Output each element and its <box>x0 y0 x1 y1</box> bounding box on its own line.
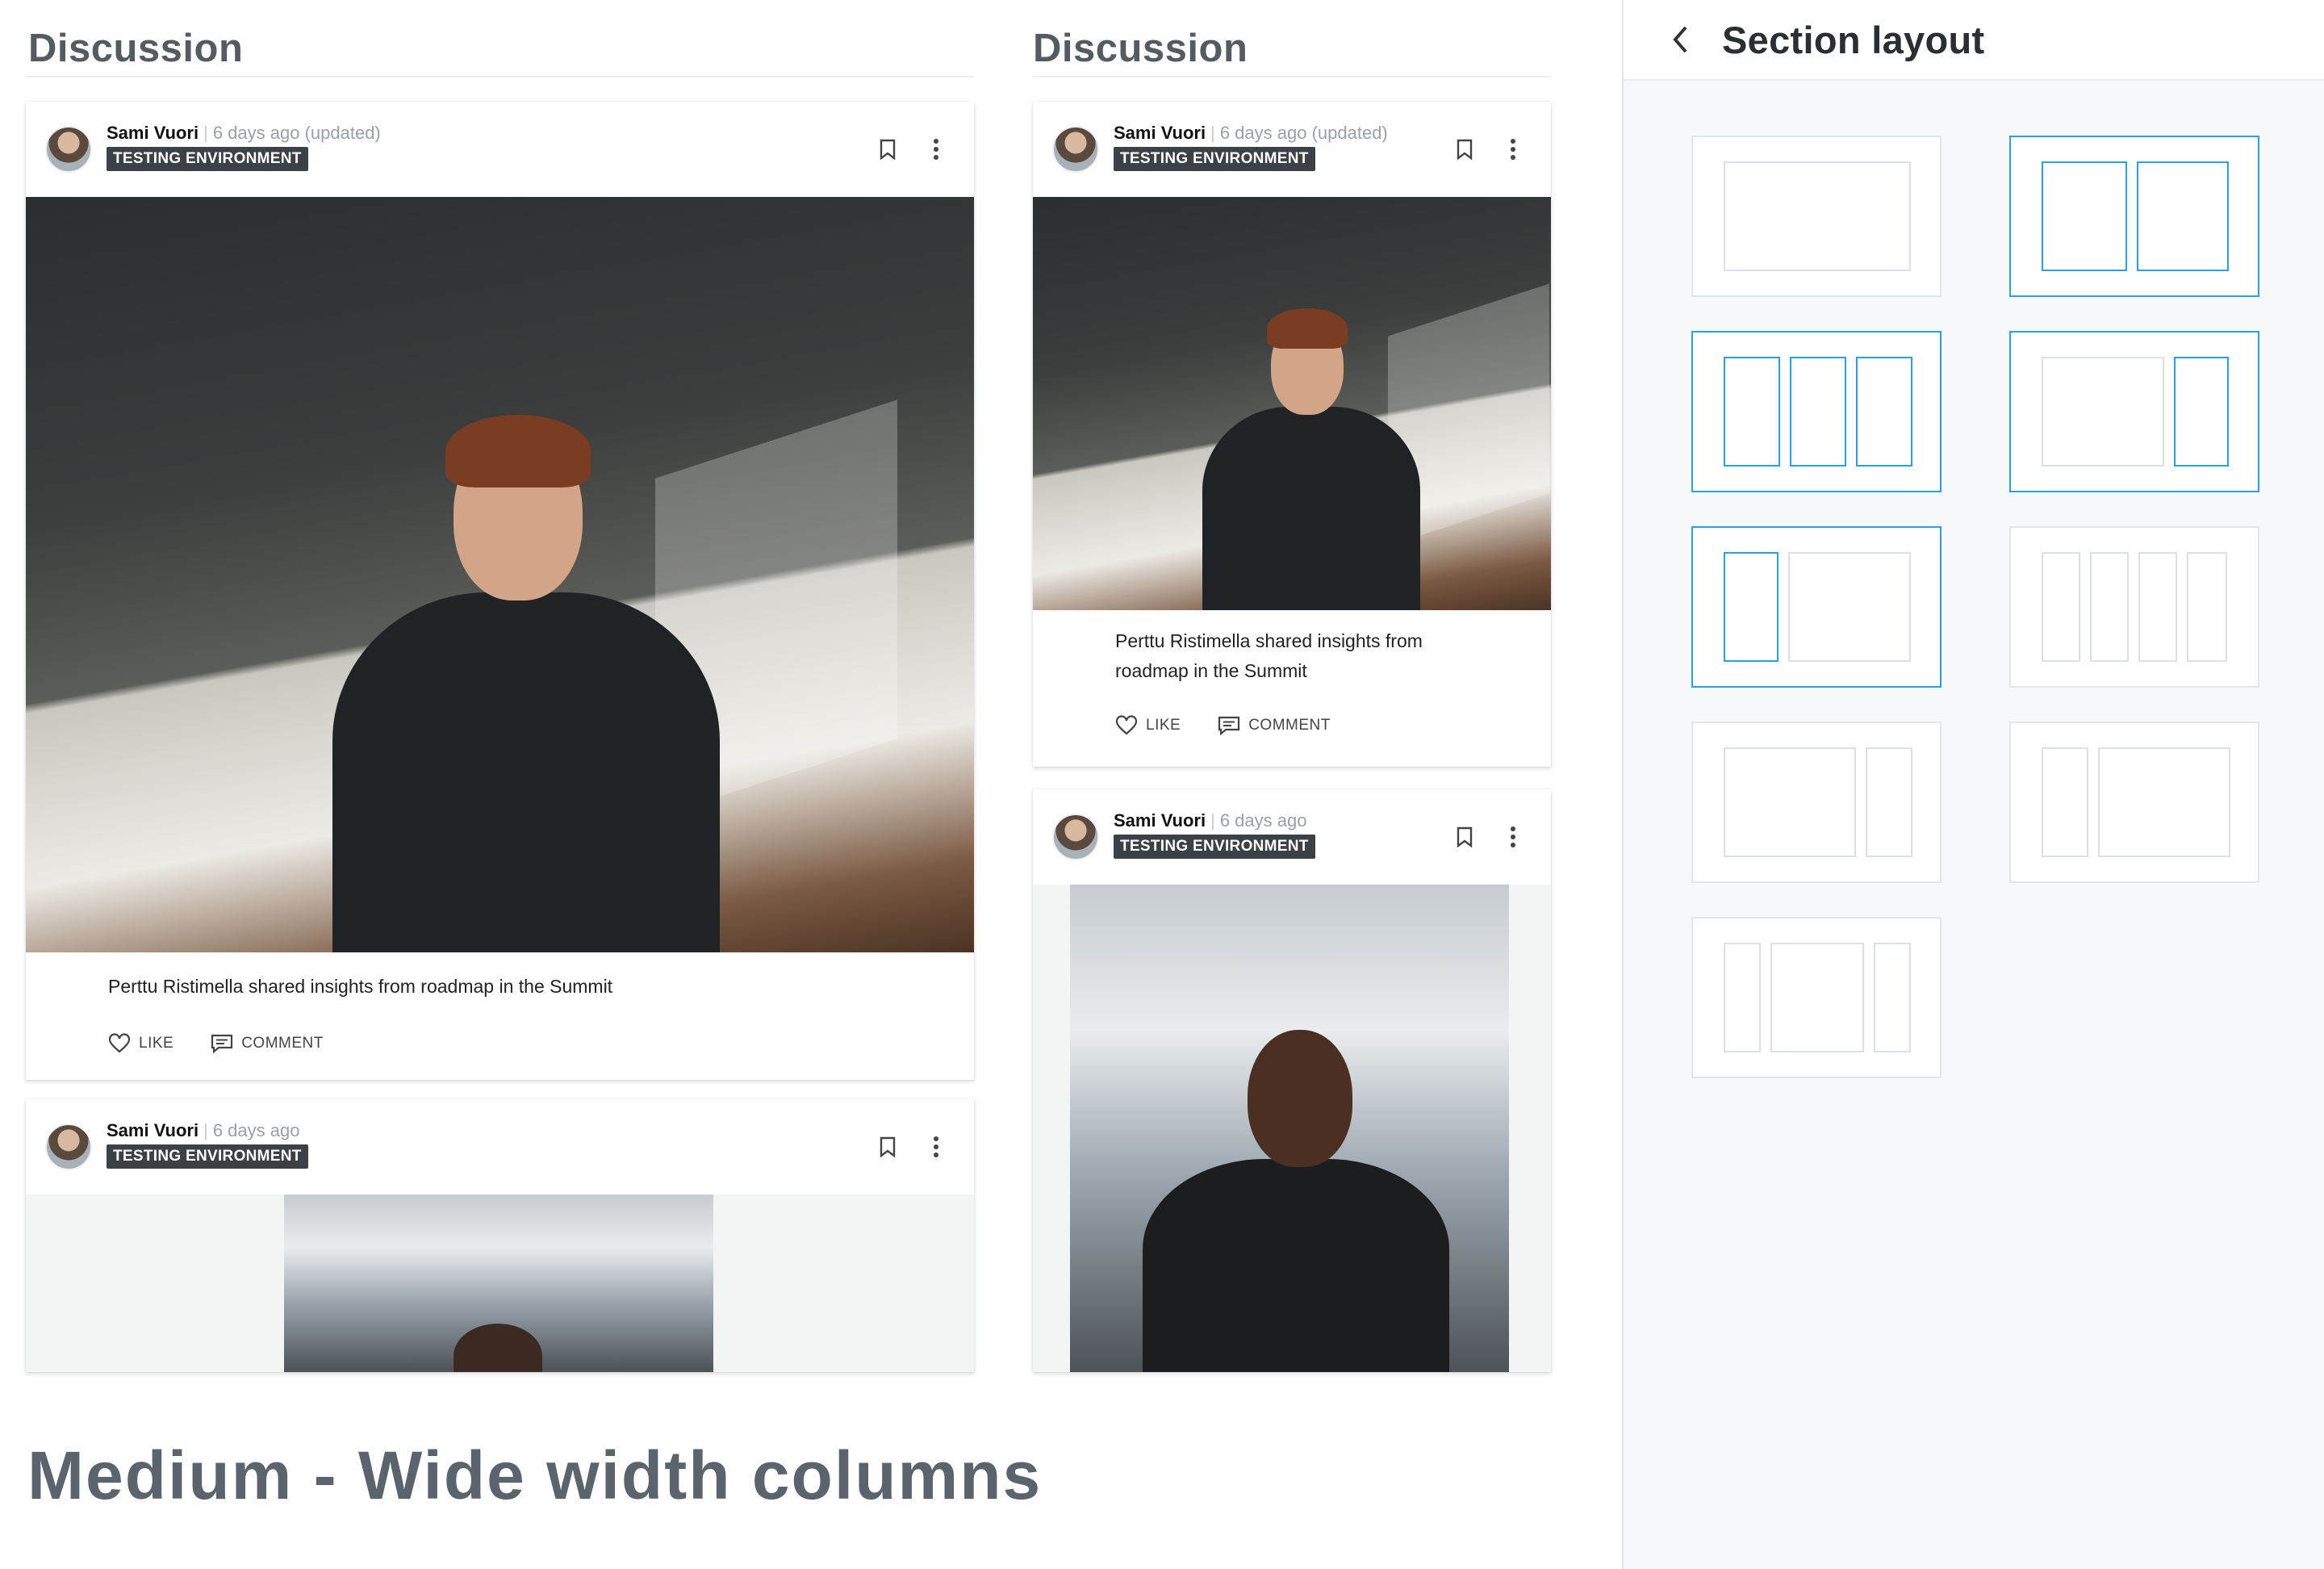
post-image[interactable] <box>1033 885 1551 1372</box>
post-actions: LIKE COMMENT <box>26 1017 974 1054</box>
layout-option-three-equal-columns[interactable] <box>1691 331 1942 492</box>
speaker-figure <box>1186 294 1436 610</box>
avatar[interactable] <box>45 1123 92 1170</box>
environment-badge: TESTING ENVIRONMENT <box>1114 835 1315 859</box>
like-label: LIKE <box>139 1035 174 1052</box>
post-image-crop <box>284 1195 713 1372</box>
more-options-icon[interactable] <box>1503 137 1524 161</box>
post-image-crop <box>1070 885 1509 1372</box>
more-options-icon[interactable] <box>1503 825 1524 849</box>
post-meta: Sami Vuori | 6 days ago (updated) <box>107 123 381 144</box>
post-header-actions <box>1454 137 1524 161</box>
speaker-figure <box>300 391 752 952</box>
bookmark-icon[interactable] <box>877 1135 898 1159</box>
comment-icon <box>211 1034 233 1054</box>
post-header: Sami Vuori | 6 days ago (updated) TESTING … <box>26 102 974 197</box>
post-card[interactable]: Sami Vuori | 6 days ago (updated) TESTING … <box>26 102 974 1080</box>
post-text: Perttu Ristimella shared insights from r… <box>108 976 613 997</box>
environment-badge: TESTING ENVIRONMENT <box>107 147 308 171</box>
meta-separator: | <box>1210 810 1215 831</box>
post-time: 6 days ago <box>212 1120 300 1140</box>
like-button[interactable]: LIKE <box>108 1033 173 1054</box>
author-name[interactable]: Sami Vuori <box>107 1120 199 1140</box>
wide-column-preview: Discussion Sami Vuori | 6 days ago (update… <box>26 0 974 1372</box>
author-name[interactable]: Sami Vuori <box>1114 123 1206 143</box>
chevron-left-icon <box>1673 26 1687 53</box>
meta-separator: | <box>203 123 208 143</box>
comment-label: COMMENT <box>241 1035 324 1052</box>
panel-title: Section layout <box>1722 18 1985 61</box>
layout-option-two-equal-columns[interactable] <box>2009 136 2259 297</box>
comment-icon <box>1218 716 1240 736</box>
post-header: Sami Vuori | 6 days ago TESTING ENVIRONMEN… <box>1033 789 1551 885</box>
section-layout-panel: Section layout <box>1622 0 2324 1569</box>
post-image[interactable] <box>26 197 974 952</box>
panel-header: Section layout <box>1624 0 2324 81</box>
post-header: Sami Vuori | 6 days ago TESTING ENVIRONMEN… <box>26 1099 974 1195</box>
comment-button[interactable]: COMMENT <box>1218 715 1331 736</box>
author-name[interactable]: Sami Vuori <box>107 123 199 143</box>
post-text: Perttu Ristimella shared insights from r… <box>1115 630 1423 681</box>
bookmark-icon[interactable] <box>877 137 898 161</box>
layout-option-narrow-wide-narrow[interactable] <box>1691 917 1942 1078</box>
narrow-column-preview: Discussion Sami Vuori | 6 days ago (update… <box>1033 0 1551 1372</box>
heart-icon <box>1115 715 1138 735</box>
layout-option-wide-left-narrow-right[interactable] <box>2009 331 2259 492</box>
post-header: Sami Vuori | 6 days ago (updated) TESTING … <box>1033 102 1551 197</box>
avatar[interactable] <box>45 126 92 173</box>
layout-option-single-column[interactable] <box>1691 136 1942 297</box>
post-image[interactable] <box>26 1195 974 1372</box>
like-label: LIKE <box>1146 717 1181 734</box>
layout-option-wide-left-narrow-right-alt[interactable] <box>1691 722 1942 883</box>
author-name[interactable]: Sami Vuori <box>1114 810 1206 831</box>
avatar[interactable] <box>1052 126 1099 173</box>
post-meta: Sami Vuori | 6 days ago (updated) <box>1114 123 1388 144</box>
layout-option-four-equal-columns[interactable] <box>2009 526 2259 688</box>
post-header-actions <box>1454 825 1524 849</box>
comment-button[interactable]: COMMENT <box>211 1033 324 1054</box>
comment-label: COMMENT <box>1248 717 1331 734</box>
bookmark-icon[interactable] <box>1454 825 1475 849</box>
like-button[interactable]: LIKE <box>1115 715 1181 736</box>
post-card[interactable]: Sami Vuori | 6 days ago TESTING ENVIRONMEN… <box>1033 789 1551 1372</box>
post-actions: LIKE COMMENT <box>1033 715 1551 736</box>
layout-option-narrow-left-wide-right[interactable] <box>1691 526 1942 688</box>
avatar[interactable] <box>1052 814 1099 860</box>
post-meta: Sami Vuori | 6 days ago <box>1114 810 1306 831</box>
environment-badge: TESTING ENVIRONMENT <box>1114 147 1315 171</box>
more-options-icon[interactable] <box>926 1135 947 1159</box>
post-card[interactable]: Sami Vuori | 6 days ago TESTING ENVIRONMEN… <box>26 1099 974 1372</box>
meta-separator: | <box>203 1120 208 1140</box>
heart-icon <box>108 1033 131 1053</box>
post-header-actions <box>877 137 947 161</box>
layout-option-narrow-left-wide-right-alt[interactable] <box>2009 722 2259 883</box>
post-card[interactable]: Sami Vuori | 6 days ago (updated) TESTING … <box>1033 102 1551 767</box>
environment-badge: TESTING ENVIRONMENT <box>107 1144 308 1169</box>
more-options-icon[interactable] <box>926 137 947 161</box>
post-image[interactable] <box>1033 197 1551 610</box>
section-title: Discussion <box>1033 0 1551 77</box>
layout-caption: Medium - Wide width columns <box>27 1437 1043 1513</box>
back-button[interactable] <box>1662 22 1698 57</box>
attendee-figure <box>1143 1014 1449 1372</box>
post-time: 6 days ago (updated) <box>212 123 381 143</box>
bookmark-icon[interactable] <box>1454 137 1475 161</box>
meta-separator: | <box>1210 123 1215 143</box>
post-time: 6 days ago <box>1219 810 1307 831</box>
section-title: Discussion <box>26 0 974 77</box>
post-header-actions <box>877 1135 947 1159</box>
post-meta: Sami Vuori | 6 days ago <box>107 1120 299 1141</box>
post-time: 6 days ago (updated) <box>1219 123 1388 143</box>
